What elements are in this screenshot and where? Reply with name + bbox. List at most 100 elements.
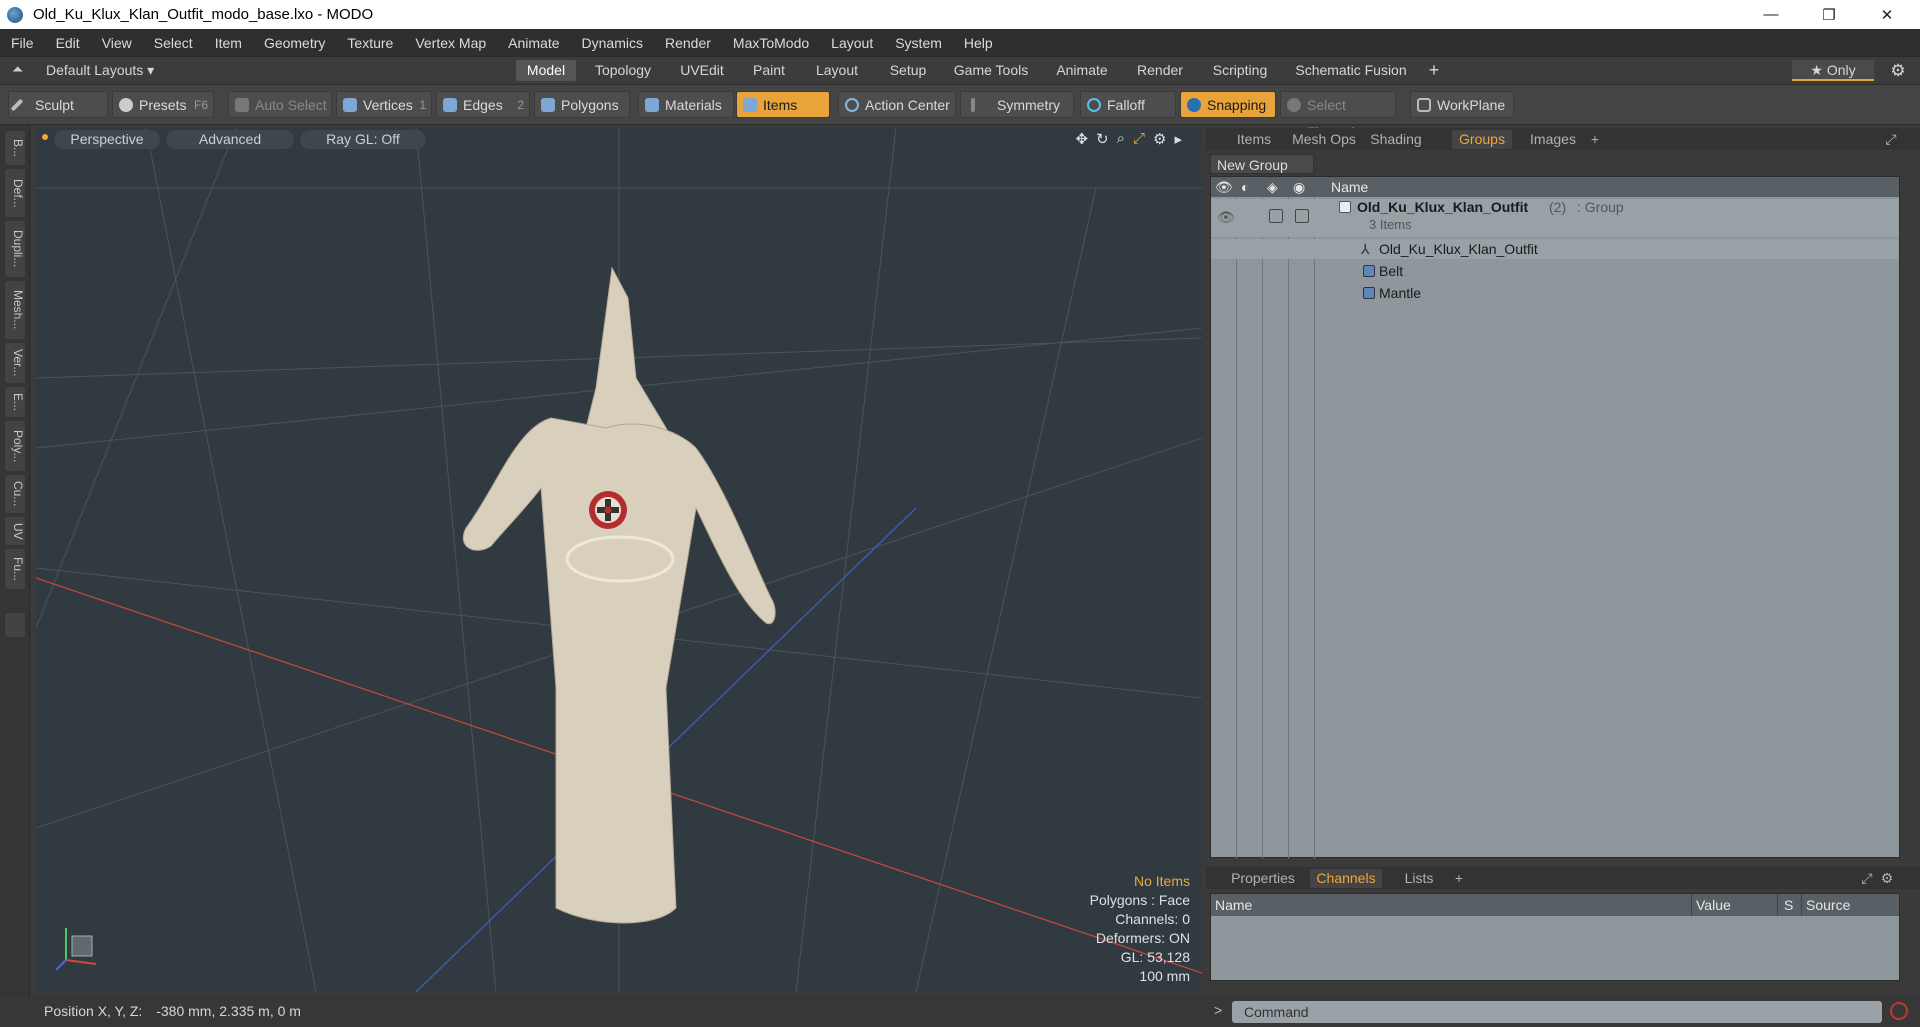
tab-topology[interactable]: Topology [586,60,660,81]
add-tab-button[interactable]: + [1424,60,1444,81]
group-lock-checkbox[interactable] [1269,209,1283,223]
left-tab-mesh[interactable]: Mesh... [5,281,25,339]
falloff-button[interactable]: Falloff [1080,91,1176,118]
items-button[interactable]: Items [736,91,830,118]
menu-animate[interactable]: Animate [497,35,570,51]
minimize-button[interactable]: — [1742,0,1800,29]
materials-button[interactable]: Materials [638,91,734,118]
tab-layout[interactable]: Layout [804,60,870,81]
group-select-checkbox[interactable] [1295,209,1309,223]
groups-scrollbar[interactable] [1904,176,1916,858]
left-tab-uv[interactable]: UV [5,517,25,545]
menu-render[interactable]: Render [654,35,722,51]
left-tab-duplicate[interactable]: Dupli... [5,221,25,277]
tab-shading[interactable]: Shading [1366,130,1426,149]
name-column-header[interactable]: Name [1331,177,1368,197]
snapping-button[interactable]: Snapping [1180,91,1276,118]
tab-schematic-fusion[interactable]: Schematic Fusion [1288,60,1414,81]
tab-uvedit[interactable]: UVEdit [670,60,734,81]
left-tab-deformers[interactable]: Def... [5,169,25,217]
lock-column-icon[interactable]: ◈ [1267,177,1278,197]
tab-render[interactable]: Render [1128,60,1192,81]
layout-toggle-icon[interactable]: ⏶ [12,61,23,78]
tab-scripting[interactable]: Scripting [1202,60,1278,81]
edges-button[interactable]: Edges 2 [436,91,530,118]
tab-images[interactable]: Images [1524,130,1582,149]
menu-item[interactable]: Item [204,35,253,51]
render-column-icon[interactable]: ◐ [1241,177,1249,197]
channel-s-column[interactable]: S [1777,894,1793,916]
viewport-expand-icon[interactable]: ▸ [1174,130,1182,148]
menu-dynamics[interactable]: Dynamics [571,35,654,51]
panel-maximize-icon[interactable]: ⤢ [1858,869,1876,888]
workplane-button[interactable]: WorkPlane [1410,91,1514,118]
rotate-view-icon[interactable]: ↻ [1096,130,1109,148]
left-tab-curve[interactable]: Cu... [5,475,25,513]
menu-layout[interactable]: Layout [820,35,884,51]
tab-model[interactable]: Model [516,60,576,81]
symmetry-button[interactable]: Symmetry [960,91,1074,118]
robe-model[interactable] [36,128,1202,992]
menu-texture[interactable]: Texture [336,35,404,51]
left-tab-vertex[interactable]: Ver... [5,343,25,383]
tab-lists[interactable]: Lists [1394,869,1444,888]
default-layouts-dropdown[interactable]: Default Layouts ▾ [46,60,166,81]
view-perspective-dropdown[interactable]: Perspective [54,130,160,149]
vertices-button[interactable]: Vertices 1 [336,91,432,118]
sculpt-button[interactable]: Sculpt [8,91,108,118]
shading-advanced-dropdown[interactable]: Advanced [166,130,294,149]
left-tab-polygon[interactable]: Poly... [5,421,25,471]
add-panel-tab-button[interactable]: + [1586,130,1604,149]
auto-select-button[interactable]: Auto Select [228,91,332,118]
fit-view-icon[interactable]: ⤢ [1133,130,1145,148]
group-visibility-icon[interactable]: 👁 [1217,209,1235,226]
only-toggle[interactable]: ★ Only [1792,60,1874,81]
group-child-row[interactable]: Belt [1211,261,1899,281]
3d-viewport[interactable]: Perspective Advanced Ray GL: Off ✥ ↻ ⌕ ⤢… [36,128,1202,992]
menu-file[interactable]: File [0,35,45,51]
panel-settings-icon[interactable]: ⚙ [1878,869,1896,888]
channel-name-column[interactable]: Name [1215,894,1252,916]
presets-button[interactable]: Presets F6 [112,91,214,118]
new-group-button[interactable]: New Group [1210,154,1314,174]
group-child-row[interactable]: ⅄ Old_Ku_Klux_Klan_Outfit [1211,239,1899,259]
panel-maximize-icon[interactable]: ⤢ [1882,130,1900,149]
group-child-row[interactable]: Mantle [1211,283,1899,303]
tab-items[interactable]: Items [1226,130,1282,149]
menu-help[interactable]: Help [953,35,1004,51]
command-input[interactable]: Command [1232,1001,1882,1023]
record-icon[interactable] [1890,1002,1908,1020]
menu-maxtomodo[interactable]: MaxToModo [722,35,820,51]
left-tab-extra[interactable] [5,613,25,637]
gear-icon[interactable]: ⚙ [1884,60,1912,81]
viewport-settings-icon[interactable]: ⚙ [1153,130,1166,148]
move-view-icon[interactable]: ✥ [1075,130,1088,148]
select-through-button[interactable]: Select Through [1280,91,1396,140]
tab-groups[interactable]: Groups [1452,130,1512,149]
tab-properties[interactable]: Properties [1226,869,1300,888]
left-tab-fusion[interactable]: Fu... [5,549,25,589]
zoom-view-icon[interactable]: ⌕ [1117,130,1125,148]
tab-paint[interactable]: Paint [744,60,794,81]
tab-mesh-ops[interactable]: Mesh Ops [1288,130,1360,149]
polygons-button[interactable]: Polygons [534,91,630,118]
select-column-icon[interactable]: ◉ [1293,177,1305,197]
channel-source-column[interactable]: Source [1801,894,1850,916]
tab-game-tools[interactable]: Game Tools [946,60,1036,81]
close-button[interactable]: ✕ [1858,0,1916,29]
restore-button[interactable]: ❐ [1800,0,1858,29]
left-tab-b[interactable]: B... [5,131,25,165]
group-row[interactable]: 👁 Old_Ku_Klux_Klan_Outfit (2) : Group 3 … [1211,199,1899,237]
tab-animate[interactable]: Animate [1046,60,1118,81]
action-center-button[interactable]: Action Center [838,91,956,118]
visibility-column-icon[interactable]: 👁 [1215,177,1233,197]
tab-channels[interactable]: Channels [1310,869,1382,888]
menu-view[interactable]: View [91,35,143,51]
raygl-toggle[interactable]: Ray GL: Off [300,130,426,149]
add-panel-tab-button[interactable]: + [1450,869,1468,888]
menu-edit[interactable]: Edit [45,35,91,51]
tab-setup[interactable]: Setup [880,60,936,81]
menu-vertex-map[interactable]: Vertex Map [404,35,497,51]
menu-system[interactable]: System [884,35,953,51]
menu-geometry[interactable]: Geometry [253,35,336,51]
